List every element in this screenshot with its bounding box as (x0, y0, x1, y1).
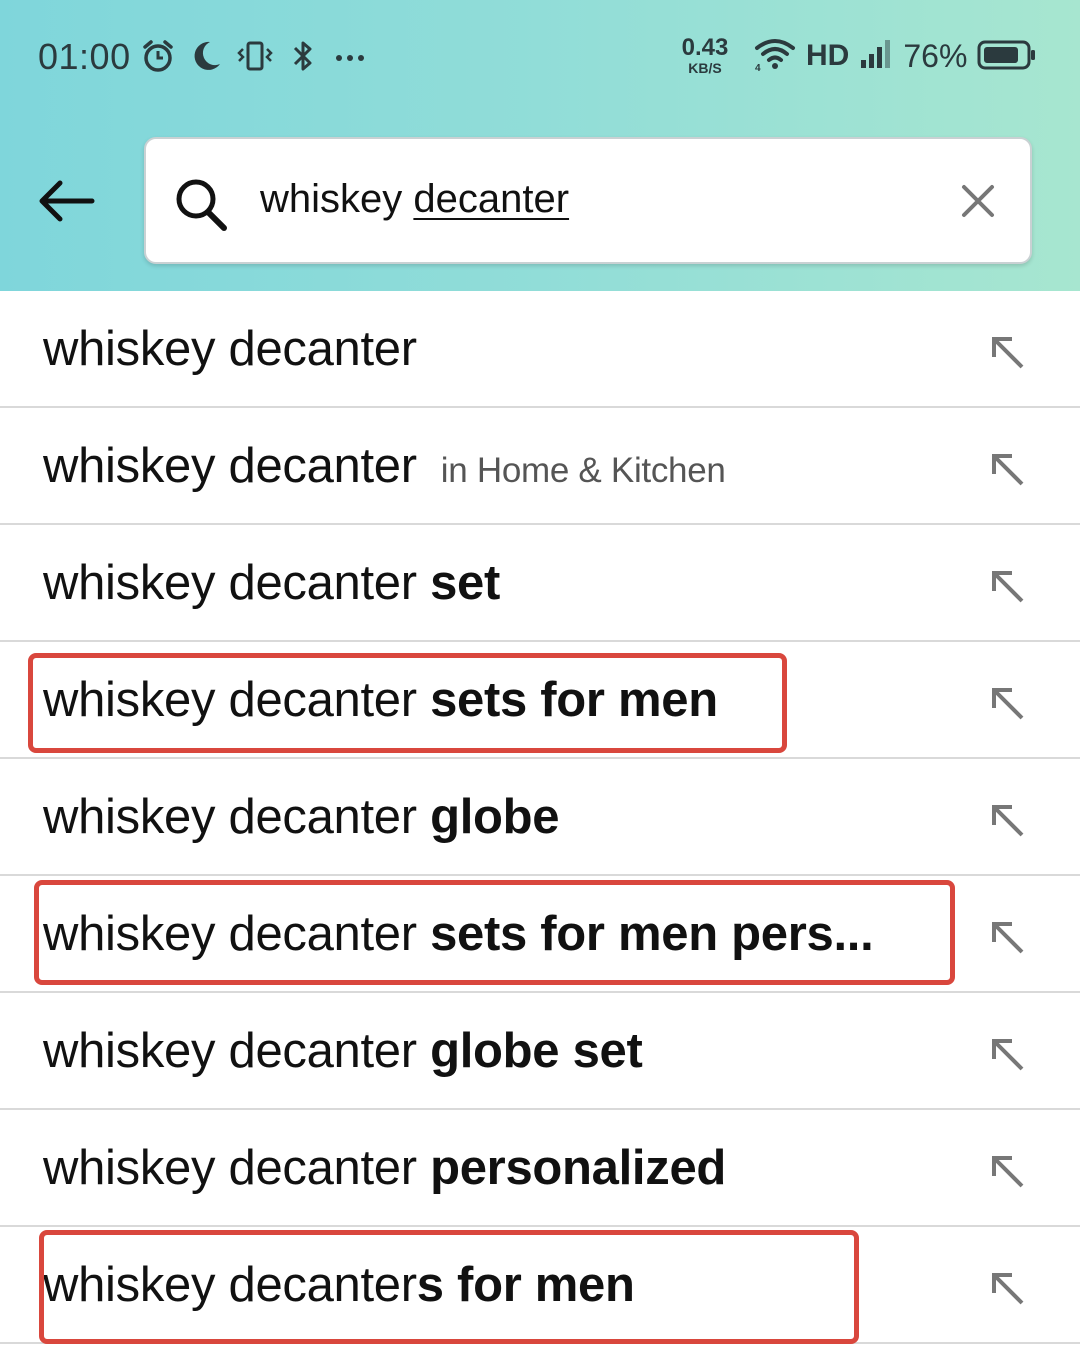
suggestion-item[interactable]: whiskey decanter globe set (0, 993, 1080, 1110)
suggestion-item[interactable]: whiskey decanters for men (0, 1227, 1080, 1344)
signal-icon (859, 36, 893, 77)
suggestion-prefix: whiskey decanter (43, 790, 431, 844)
suggestion-item[interactable]: whiskey decanter in Home & Kitchen (0, 408, 1080, 525)
fill-query-arrow-icon[interactable] (986, 448, 1030, 497)
suggestion-item[interactable]: whiskey decanter globe (0, 759, 1080, 876)
suggestion-label: whiskey decanter (43, 291, 417, 408)
back-arrow-icon[interactable] (30, 168, 100, 238)
vibrate-icon (236, 38, 274, 74)
suggestion-prefix: whiskey decanter (43, 673, 431, 727)
suggestion-suffix: globe set (430, 1024, 643, 1078)
suggestion-prefix: whiskey decanter (43, 322, 417, 376)
more-dots-icon (332, 38, 368, 74)
suggestion-label: whiskey decanters for men (43, 1227, 635, 1344)
network-type-label: HD (806, 39, 850, 72)
net-speed: 0.43 KB/S (676, 34, 734, 76)
suggestion-label: whiskey decanter sets for men (43, 642, 718, 759)
search-icon (172, 175, 230, 238)
suggestion-prefix: whiskey decanter (43, 1141, 431, 1195)
suggestion-suffix: set (430, 556, 501, 610)
suggestion-suffix: personalized (430, 1141, 727, 1195)
moon-icon (190, 38, 222, 74)
suggestion-label: whiskey decanter globe set (43, 993, 643, 1110)
suggestion-label: whiskey decanter globe (43, 759, 560, 876)
suggestion-prefix: whiskey decanter (43, 1024, 431, 1078)
wifi-icon: 4 (754, 36, 796, 77)
suggestion-prefix: whiskey decanter (43, 907, 431, 961)
suggestion-item[interactable]: whiskey decanter (0, 291, 1080, 408)
search-query-text[interactable]: whiskey decanter (260, 177, 569, 222)
clear-search-icon[interactable] (958, 181, 998, 226)
net-speed-unit: KB/S (688, 60, 722, 76)
suggestion-suffix: sets for men (430, 673, 718, 727)
fill-query-arrow-icon[interactable] (986, 1033, 1030, 1082)
fill-query-arrow-icon[interactable] (986, 682, 1030, 731)
fill-query-arrow-icon[interactable] (986, 565, 1030, 614)
battery-percent: 76% (903, 37, 968, 74)
suggestion-item[interactable]: whiskey decanter set (0, 525, 1080, 642)
suggestion-label: whiskey decanter set (43, 525, 500, 642)
alarm-icon (140, 38, 176, 74)
suggestion-suffix: s for men (416, 1258, 635, 1312)
suggestion-item[interactable]: whiskey decanter personalized (0, 1110, 1080, 1227)
suggestion-prefix: whiskey decanter (43, 439, 417, 493)
status-icons-left (140, 34, 368, 78)
suggestion-item[interactable]: whiskey decanter sets for men (0, 642, 1080, 759)
suggestion-label: whiskey decanter in Home & Kitchen (43, 408, 726, 525)
fill-query-arrow-icon[interactable] (986, 331, 1030, 380)
status-icons-right: 4 HD 76% (754, 34, 1037, 78)
bluetooth-icon (288, 38, 318, 74)
net-speed-value: 0.43 (681, 34, 729, 61)
search-query-plain: whiskey (260, 177, 414, 221)
search-query-underlined: decanter (413, 177, 570, 221)
fill-query-arrow-icon[interactable] (986, 916, 1030, 965)
status-time: 01:00 (38, 36, 131, 77)
suggestion-label: whiskey decanter sets for men pers... (43, 876, 874, 993)
header: 01:00 0.43 KB/S 4 HD 76% whiskey decante… (0, 0, 1080, 291)
suggestion-suffix: sets for men pers... (430, 907, 874, 961)
suggestion-department: in Home & Kitchen (440, 451, 726, 490)
fill-query-arrow-icon[interactable] (986, 1267, 1030, 1316)
fill-query-arrow-icon[interactable] (986, 799, 1030, 848)
fill-query-arrow-icon[interactable] (986, 1150, 1030, 1199)
svg-text:4: 4 (755, 63, 761, 72)
suggestion-label: whiskey decanter personalized (43, 1110, 726, 1227)
status-bar: 01:00 0.43 KB/S 4 HD 76% (0, 0, 1080, 110)
suggestion-suffix: globe (430, 790, 560, 844)
suggestion-list: whiskey decanter whiskey decanter in Home… (0, 291, 1080, 1344)
suggestion-prefix: whiskey decanter (43, 1258, 417, 1312)
suggestion-prefix: whiskey decanter (43, 556, 431, 610)
suggestion-item[interactable]: whiskey decanter sets for men pers... (0, 876, 1080, 993)
battery-icon (977, 36, 1037, 77)
search-input[interactable]: whiskey decanter (144, 137, 1032, 264)
